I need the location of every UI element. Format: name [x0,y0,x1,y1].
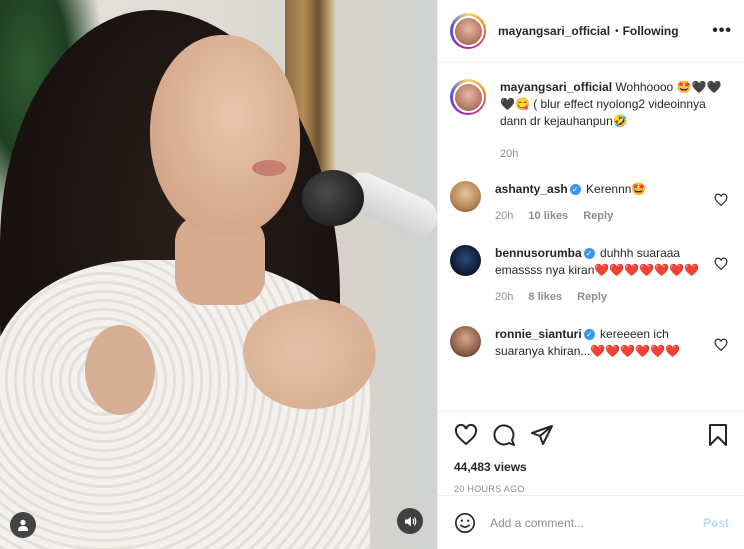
sound-icon [404,516,416,526]
caption: mayangsari_official Wohhoooo 🤩🖤🖤🖤😋 ( blu… [450,79,732,163]
comments-list[interactable]: mayangsari_official Wohhoooo 🤩🖤🖤🖤😋 ( blu… [438,63,744,411]
comment: ashanty_ash ✓ Kerennn🤩 20h 10 likes Reply [450,181,732,225]
commenter-avatar[interactable] [450,326,481,357]
post-actions: 44,483 views 20 HOURS AGO [438,411,744,494]
comment-like-heart-icon[interactable] [714,338,728,352]
caption-avatar[interactable] [450,79,486,115]
comment-likes[interactable]: 8 likes [528,291,562,303]
comment-time[interactable]: 20h [495,210,513,222]
commenter-username[interactable]: ronnie_sianturi [495,327,582,341]
comment-input[interactable] [490,515,703,530]
comment-like-heart-icon[interactable] [714,193,728,207]
left-hand [85,325,155,415]
author-username[interactable]: mayangsari_official [498,24,610,38]
commenter-username[interactable]: bennusorumba [495,246,582,260]
commenter-username[interactable]: ashanty_ash [495,182,568,196]
author-avatar[interactable] [450,13,486,49]
post-timestamp[interactable]: 20 HOURS AGO [454,484,729,494]
bookmark-icon[interactable] [707,423,729,447]
comment-likes[interactable]: 10 likes [528,210,568,222]
separator-dot: • [615,25,619,37]
post-header: mayangsari_official • Following ••• [438,0,744,63]
comment-text: Kerennn🤩 [586,182,647,196]
verified-badge-icon: ✓ [569,184,581,196]
reply-button[interactable]: Reply [577,291,607,303]
reply-button[interactable]: Reply [583,210,613,222]
commenter-avatar[interactable] [450,245,481,276]
caption-time[interactable]: 20h [500,148,518,160]
face [150,35,300,235]
comment: ronnie_sianturi ✓ kereeeen ich suaranya k… [450,326,732,360]
heart-icon[interactable] [454,423,478,447]
tagged-users-button[interactable] [10,512,36,538]
comment-composer: Post [438,495,744,549]
share-icon[interactable] [530,423,554,447]
verified-badge-icon: ✓ [583,248,595,260]
caption-username[interactable]: mayangsari_official [500,80,612,94]
comment-time[interactable]: 20h [495,291,513,303]
more-options-icon[interactable]: ••• [712,22,732,40]
following-button[interactable]: Following [623,24,679,38]
lips [252,160,286,176]
comment: bennusorumba ✓ duhhh suaraaa emassss nya … [450,245,732,306]
emoji-icon[interactable] [454,512,476,534]
commenter-avatar[interactable] [450,181,481,212]
verified-badge-icon: ✓ [583,329,595,341]
video-player[interactable] [0,0,437,549]
comment-icon[interactable] [492,423,516,447]
comment-like-heart-icon[interactable] [714,257,728,271]
microphone-head [302,170,364,226]
user-icon [18,519,28,531]
action-icons [454,422,729,448]
post-panel: mayangsari_official • Following ••• maya… [437,0,744,549]
sound-toggle-button[interactable] [397,508,423,534]
post-button[interactable]: Post [703,516,729,530]
view-count[interactable]: 44,483 views [454,460,729,474]
